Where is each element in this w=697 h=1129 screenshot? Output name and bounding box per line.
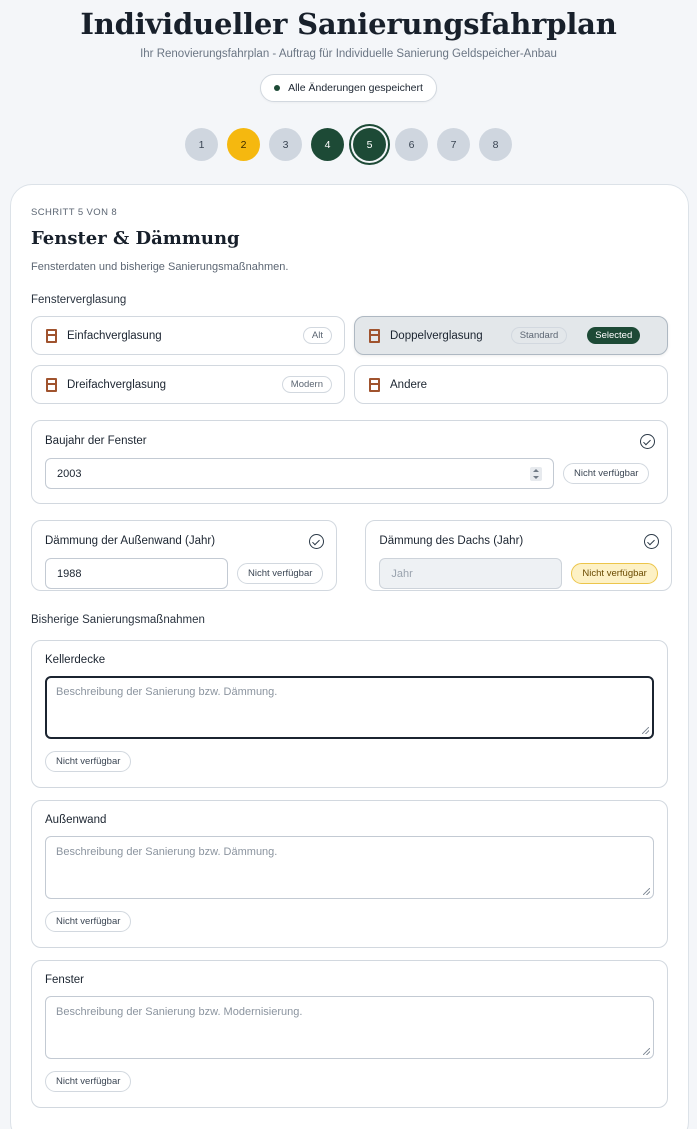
option-label: Andere	[390, 378, 428, 391]
page-subtitle: Ihr Renovierungsfahrplan - Auftrag für I…	[140, 48, 557, 60]
window-year-label: Baujahr der Fenster	[45, 435, 147, 447]
windows-na-button[interactable]: Nicht verfügbar	[45, 1071, 132, 1092]
glazing-option-double[interactable]: Doppelverglasung Standard Selected	[354, 316, 668, 355]
measures-label: Bisherige Sanierungsmaßnahmen	[31, 614, 205, 626]
save-status-badge: Alle Änderungen gespeichert	[260, 74, 437, 102]
resize-handle-icon[interactable]	[643, 888, 650, 895]
measure-exterior-wall: Außenwand Beschreibung der Sanierung bzw…	[31, 800, 668, 948]
number-stepper-icon[interactable]	[530, 466, 542, 481]
step-1[interactable]: 1	[185, 128, 218, 161]
window-year-na-button[interactable]: Nicht verfügbar	[563, 463, 650, 484]
check-circle-icon	[643, 534, 659, 549]
roof-insulation-label: Dämmung des Dachs (Jahr)	[379, 535, 524, 547]
measure-label: Kellerdecke	[45, 654, 106, 666]
roof-insulation-input[interactable]: Jahr	[379, 558, 563, 589]
option-label: Doppelverglasung	[390, 329, 483, 342]
selected-badge: Selected	[587, 327, 641, 344]
glazing-label: Fensterverglasung	[31, 294, 127, 306]
step-4[interactable]: 4	[311, 128, 344, 161]
glazing-option-single[interactable]: Einfachverglasung Alt	[31, 316, 345, 355]
step-2[interactable]: 2	[227, 128, 260, 161]
window-icon	[46, 377, 57, 392]
step-8[interactable]: 8	[479, 128, 512, 161]
glazing-option-triple[interactable]: Dreifachverglasung Modern	[31, 365, 345, 404]
step-counter: SCHRITT 5 VON 8	[31, 207, 118, 218]
glazing-option-other[interactable]: Andere	[354, 365, 668, 404]
window-icon	[369, 377, 380, 392]
exterior-wall-na-button[interactable]: Nicht verfügbar	[45, 911, 132, 932]
measure-basement-ceiling: Kellerdecke Beschreibung der Sanierung b…	[31, 640, 668, 788]
step-5[interactable]: 5	[353, 128, 386, 161]
insulation-row: Dämmung der Außenwand (Jahr) 1988 Nicht …	[31, 520, 672, 591]
textarea-placeholder: Beschreibung der Sanierung bzw. Dämmung.	[56, 686, 278, 698]
option-label: Dreifachverglasung	[67, 378, 167, 391]
step-6[interactable]: 6	[395, 128, 428, 161]
status-dot-icon	[274, 85, 281, 91]
resize-handle-icon[interactable]	[643, 1048, 650, 1055]
roof-insulation-placeholder: Jahr	[391, 567, 413, 580]
step-3[interactable]: 3	[269, 128, 302, 161]
option-tag: Alt	[302, 327, 332, 344]
option-tag: Standard	[510, 327, 568, 344]
wall-insulation-value: 1988	[57, 567, 82, 580]
window-year-value: 2003	[57, 467, 82, 480]
textarea-placeholder: Beschreibung der Sanierung bzw. Modernis…	[56, 1006, 303, 1018]
basement-ceiling-textarea[interactable]: Beschreibung der Sanierung bzw. Dämmung.	[45, 676, 654, 739]
wall-insulation-na-button[interactable]: Nicht verfügbar	[237, 563, 324, 584]
save-status-text: Alle Änderungen gespeichert	[288, 82, 423, 94]
step-navigation: 1 2 3 4 5 6 7 8	[0, 128, 697, 161]
resize-handle-icon[interactable]	[642, 727, 649, 734]
section-description: Fensterdaten und bisherige Sanierungsmaß…	[31, 261, 289, 273]
window-year-field: Baujahr der Fenster 2003 Nicht verfügbar	[31, 420, 668, 504]
basement-ceiling-na-button[interactable]: Nicht verfügbar	[45, 751, 132, 772]
exterior-wall-textarea[interactable]: Beschreibung der Sanierung bzw. Dämmung.	[45, 836, 654, 899]
window-icon	[369, 328, 380, 343]
measure-label: Fenster	[45, 974, 84, 986]
glazing-options: Einfachverglasung Alt Doppelverglasung S…	[31, 316, 668, 404]
wall-insulation-field: Dämmung der Außenwand (Jahr) 1988 Nicht …	[31, 520, 338, 591]
window-year-input[interactable]: 2003	[45, 458, 554, 489]
wall-insulation-input[interactable]: 1988	[45, 558, 228, 589]
windows-textarea[interactable]: Beschreibung der Sanierung bzw. Modernis…	[45, 996, 654, 1059]
roof-insulation-field: Dämmung des Dachs (Jahr) Jahr Nicht verf…	[365, 520, 672, 591]
textarea-placeholder: Beschreibung der Sanierung bzw. Dämmung.	[56, 846, 278, 858]
wall-insulation-label: Dämmung der Außenwand (Jahr)	[45, 535, 216, 547]
option-tag: Modern	[281, 376, 332, 393]
step-7[interactable]: 7	[437, 128, 470, 161]
window-icon	[46, 328, 57, 343]
measure-windows: Fenster Beschreibung der Sanierung bzw. …	[31, 960, 668, 1108]
roof-insulation-na-button[interactable]: Nicht verfügbar	[571, 563, 658, 584]
option-label: Einfachverglasung	[67, 329, 162, 342]
section-title: Fenster & Dämmung	[31, 228, 240, 249]
check-circle-icon	[640, 434, 655, 449]
page-title: Individueller Sanierungsfahrplan	[80, 7, 617, 41]
form-card: SCHRITT 5 VON 8 Fenster & Dämmung Fenste…	[10, 184, 689, 1129]
measure-label: Außenwand	[45, 814, 107, 826]
page-header: Individueller Sanierungsfahrplan Ihr Ren…	[0, 0, 697, 102]
